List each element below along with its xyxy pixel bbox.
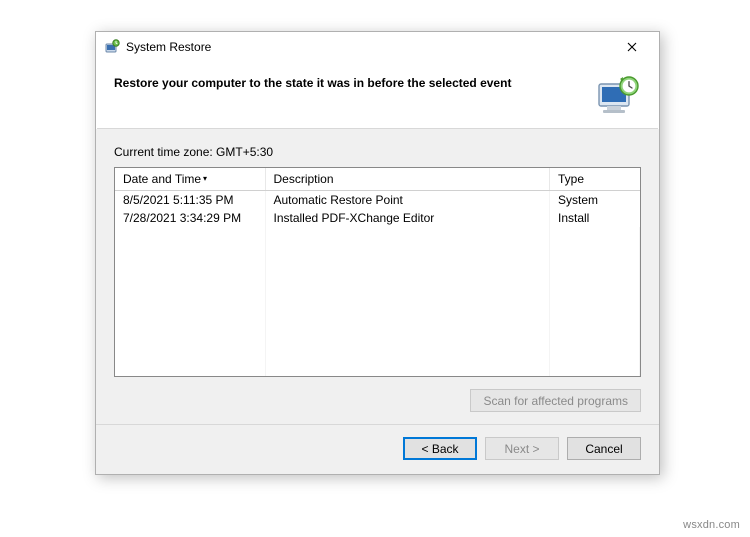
table-row[interactable]: 8/5/2021 5:11:35 PMAutomatic Restore Poi…: [115, 191, 640, 210]
cell-type: Install: [550, 209, 640, 227]
window-title: System Restore: [126, 40, 613, 54]
table-row[interactable]: 7/28/2021 3:34:29 PMInstalled PDF-XChang…: [115, 209, 640, 227]
column-type[interactable]: Type: [550, 168, 640, 191]
wizard-body: Current time zone: GMT+5:30 Date and Tim…: [96, 129, 659, 424]
column-date[interactable]: Date and Time▾: [115, 168, 265, 191]
table-header-row: Date and Time▾ Description Type: [115, 168, 640, 191]
monitor-clock-icon: [593, 72, 641, 120]
cancel-button[interactable]: Cancel: [567, 437, 641, 460]
table-row-empty: [115, 245, 640, 263]
back-button[interactable]: < Back: [403, 437, 477, 460]
table-row-empty: [115, 227, 640, 245]
table-row-empty: [115, 353, 640, 371]
timezone-label: Current time zone: GMT+5:30: [114, 145, 641, 159]
wizard-header: Restore your computer to the state it wa…: [96, 62, 659, 128]
close-button[interactable]: [613, 35, 651, 59]
scan-affected-button: Scan for affected programs: [470, 389, 641, 412]
watermark: wsxdn.com: [683, 519, 740, 531]
table-row-empty: [115, 299, 640, 317]
column-date-label: Date and Time: [123, 172, 201, 186]
next-button: Next >: [485, 437, 559, 460]
cell-type: System: [550, 191, 640, 210]
cell-description: Installed PDF-XChange Editor: [265, 209, 550, 227]
cell-description: Automatic Restore Point: [265, 191, 550, 210]
wizard-heading: Restore your computer to the state it wa…: [114, 72, 585, 90]
title-bar: System Restore: [96, 32, 659, 62]
table-row-empty: [115, 263, 640, 281]
cell-date: 8/5/2021 5:11:35 PM: [115, 191, 265, 210]
column-description[interactable]: Description: [265, 168, 550, 191]
system-restore-icon: [104, 39, 120, 55]
system-restore-dialog: System Restore Restore your computer to …: [95, 31, 660, 475]
table-row-empty: [115, 281, 640, 299]
table-row-empty: [115, 317, 640, 335]
restore-points-table[interactable]: Date and Time▾ Description Type 8/5/2021…: [114, 167, 641, 377]
wizard-footer: < Back Next > Cancel: [96, 424, 659, 474]
table-row-empty: [115, 335, 640, 353]
cell-date: 7/28/2021 3:34:29 PM: [115, 209, 265, 227]
sort-descending-icon: ▾: [203, 174, 207, 183]
